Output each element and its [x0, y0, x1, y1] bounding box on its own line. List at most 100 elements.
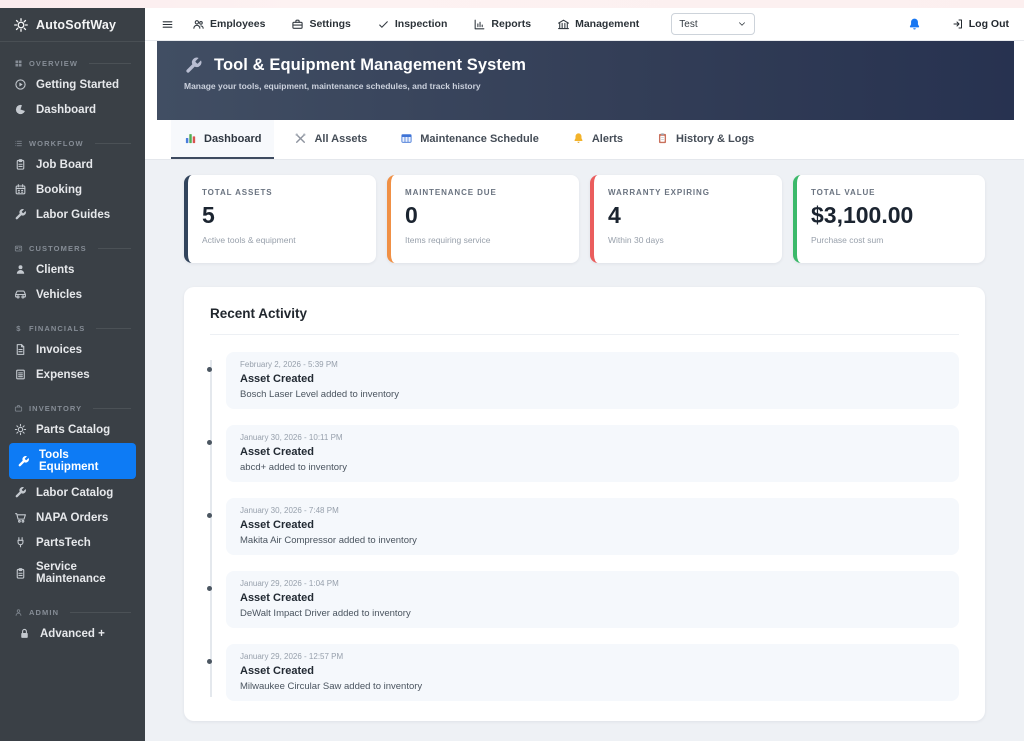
- stat-subtext: Active tools & equipment: [202, 235, 296, 245]
- sidebar-section-customers: CUSTOMERS Clients Vehicles: [0, 239, 145, 307]
- stat-value: $3,100.00: [811, 202, 914, 228]
- stat-card-maintenance-due: MAINTENANCE DUE 0 Items requiring servic…: [387, 175, 579, 263]
- hamburger-icon: [162, 20, 173, 28]
- svg-text:$: $: [16, 324, 21, 333]
- sidebar-item-labor-guides[interactable]: Labor Guides: [0, 202, 145, 227]
- dashboard-chart-icon: [185, 134, 196, 144]
- schedule-table-icon: [401, 134, 412, 143]
- activity-entry: January 29, 2026 - 12:57 PM Asset Create…: [207, 644, 959, 701]
- sidebar-section-workflow: WORKFLOW Job Board Booking Labor Guides: [0, 134, 145, 227]
- recent-activity-title: Recent Activity: [210, 306, 308, 321]
- sidebar-section-admin: ADMIN Advanced +: [0, 603, 145, 646]
- people-icon: [193, 19, 204, 29]
- stat-label: TOTAL VALUE: [811, 188, 876, 197]
- nav-settings[interactable]: Settings: [291, 18, 351, 31]
- tab-all-assets[interactable]: All Assets: [281, 120, 380, 159]
- stat-cards: TOTAL ASSETS 5 Active tools & equipment …: [184, 175, 985, 263]
- bar-chart-icon: [475, 19, 485, 29]
- history-clipboard-icon: [659, 133, 667, 144]
- activity-description: Bosch Laser Level added to inventory: [240, 389, 399, 400]
- briefcase-icon: [14, 405, 23, 412]
- sidebar-heading-customers: CUSTOMERS: [0, 239, 145, 257]
- check-icon: [379, 20, 388, 28]
- top-nav: Employees Settings Inspection Reports Ma…: [145, 8, 1024, 41]
- sidebar-item-getting-started[interactable]: Getting Started: [0, 72, 145, 97]
- activity-timestamp: January 30, 2026 - 7:48 PM: [240, 506, 339, 515]
- activity-timestamp: January 29, 2026 - 12:57 PM: [240, 652, 344, 661]
- sidebar-section-overview: OVERVIEW Getting Started Dashboard: [0, 54, 145, 122]
- cart-icon: [15, 513, 26, 523]
- grid-icon: [15, 60, 22, 67]
- activity-entry: January 30, 2026 - 10:11 PM Asset Create…: [207, 425, 959, 482]
- logout-button[interactable]: Log Out: [952, 18, 1009, 30]
- brand-logo: AutoSoftWay: [0, 8, 145, 42]
- pie-chart-icon: [15, 104, 26, 115]
- clipboard-icon: [16, 567, 25, 579]
- nav-reports[interactable]: Reports: [473, 18, 531, 31]
- top-strip: [0, 0, 1024, 8]
- workspace-select[interactable]: Test: [671, 13, 756, 35]
- sidebar-item-advanced[interactable]: Advanced +: [0, 621, 145, 646]
- workspace-select-value: Test: [679, 18, 698, 30]
- logout-icon: [953, 19, 962, 29]
- page-subtitle: Manage your tools, equipment, maintenanc…: [184, 81, 481, 91]
- activity-event-title: Asset Created: [240, 446, 314, 458]
- activity-event-title: Asset Created: [240, 373, 314, 385]
- nav-employees[interactable]: Employees: [192, 18, 265, 31]
- app-window: AutoSoftWay OVERVIEW Getting Started Das…: [0, 8, 1024, 741]
- sidebar-item-vehicles[interactable]: Vehicles: [0, 282, 145, 307]
- sidebar-item-napa-orders[interactable]: NAPA Orders: [0, 505, 145, 530]
- sidebar-item-booking[interactable]: Booking: [0, 177, 145, 202]
- sidebar-item-clients[interactable]: Clients: [0, 257, 145, 282]
- notifications-bell-button[interactable]: [907, 17, 922, 32]
- stat-card-total-assets: TOTAL ASSETS 5 Active tools & equipment: [184, 175, 376, 263]
- sidebar-item-dashboard[interactable]: Dashboard: [0, 97, 145, 122]
- sidebar-heading-inventory: INVENTORY: [0, 399, 145, 417]
- expense-list-icon: [16, 369, 25, 380]
- page-title: Tool & Equipment Management System: [214, 56, 527, 74]
- dollar-icon: $: [16, 324, 21, 333]
- activity-timestamp: February 2, 2026 - 5:39 PM: [240, 360, 338, 369]
- activity-timestamp: January 29, 2026 - 1:04 PM: [240, 579, 339, 588]
- sidebar-item-parts-catalog[interactable]: Parts Catalog: [0, 417, 145, 442]
- id-card-icon: [14, 245, 23, 252]
- nav-inspection[interactable]: Inspection: [377, 18, 447, 31]
- stat-subtext: Purchase cost sum: [811, 235, 884, 245]
- wrench-icon: [18, 455, 29, 466]
- car-icon: [15, 290, 26, 299]
- sidebar-heading-admin: ADMIN: [0, 603, 145, 621]
- lock-icon: [21, 628, 28, 638]
- activity-timeline: February 2, 2026 - 5:39 PM Asset Created…: [207, 352, 959, 701]
- sidebar-item-partstech[interactable]: PartsTech: [0, 530, 145, 555]
- calendar-icon: [15, 184, 26, 195]
- recent-activity-card: Recent Activity February 2, 2026 - 5:39 …: [184, 287, 985, 721]
- stat-subtext: Within 30 days: [608, 235, 664, 245]
- wrench-icon: [15, 487, 26, 498]
- activity-description: abcd+ added to inventory: [240, 462, 347, 473]
- sidebar-item-labor-catalog[interactable]: Labor Catalog: [0, 480, 145, 505]
- sidebar-item-service-maintenance[interactable]: Service Maintenance: [0, 555, 145, 591]
- sidebar-section-financials: $ FINANCIALS Invoices Expenses: [0, 319, 145, 387]
- sidebar-item-job-board[interactable]: Job Board: [0, 152, 145, 177]
- stat-value: 0: [405, 202, 418, 228]
- bank-icon: [558, 19, 569, 29]
- briefcase-icon: [292, 19, 304, 29]
- nav-management[interactable]: Management: [557, 18, 639, 31]
- tab-maintenance-schedule[interactable]: Maintenance Schedule: [387, 120, 552, 159]
- sidebar-item-invoices[interactable]: Invoices: [0, 337, 145, 362]
- clipboard-icon: [16, 159, 25, 170]
- hammer-wrench-icon: [295, 133, 306, 143]
- stat-card-total-value: TOTAL VALUE $3,100.00 Purchase cost sum: [793, 175, 985, 263]
- person-icon: [16, 265, 25, 274]
- tab-dashboard[interactable]: Dashboard: [171, 120, 275, 159]
- sidebar-item-expenses[interactable]: Expenses: [0, 362, 145, 387]
- tab-history-logs[interactable]: History & Logs: [643, 120, 767, 159]
- hamburger-menu-button[interactable]: [161, 18, 174, 31]
- sidebar-item-tools-equipment[interactable]: Tools Equipment: [9, 443, 136, 479]
- play-circle-icon: [15, 79, 26, 90]
- activity-entry: January 30, 2026 - 7:48 PM Asset Created…: [207, 498, 959, 555]
- tab-alerts[interactable]: Alerts: [559, 120, 636, 159]
- stat-label: MAINTENANCE DUE: [405, 188, 497, 197]
- bell-icon: [909, 18, 919, 29]
- activity-description: DeWalt Impact Driver added to inventory: [240, 608, 411, 619]
